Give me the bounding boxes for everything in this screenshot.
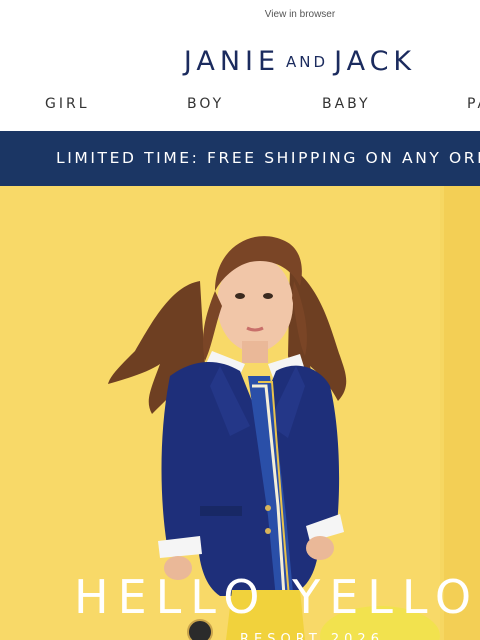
view-in-browser-link[interactable]: View in browser — [0, 9, 480, 20]
logo-word-janie: JANIE — [183, 46, 281, 77]
promo-text: LIMITED TIME: FREE SHIPPING ON ANY ORDER — [56, 149, 480, 167]
promo-banner[interactable]: LIMITED TIME: FREE SHIPPING ON ANY ORDER — [0, 131, 480, 186]
hero-subhead: RESORT 2026 — [240, 632, 384, 640]
logo-word-and: AND — [286, 53, 329, 71]
brand-logo[interactable]: JANIE AND JACK — [0, 46, 480, 77]
nav-item-baby[interactable]: BABY — [322, 96, 371, 112]
logo-word-jack: JACK — [334, 46, 417, 77]
nav-item-partial[interactable]: PA — [467, 96, 480, 112]
hero-banner[interactable]: HELLO YELLOW RESORT 2026 — [0, 186, 480, 640]
nav-item-girl[interactable]: GIRL — [45, 96, 90, 112]
category-nav: GIRL BOY BABY PA — [0, 96, 480, 116]
hero-headline: HELLO YELLOW — [74, 570, 480, 624]
email-page: View in browser JANIE AND JACK GIRL BOY BA… — [0, 0, 480, 640]
nav-item-boy[interactable]: BOY — [187, 96, 224, 112]
